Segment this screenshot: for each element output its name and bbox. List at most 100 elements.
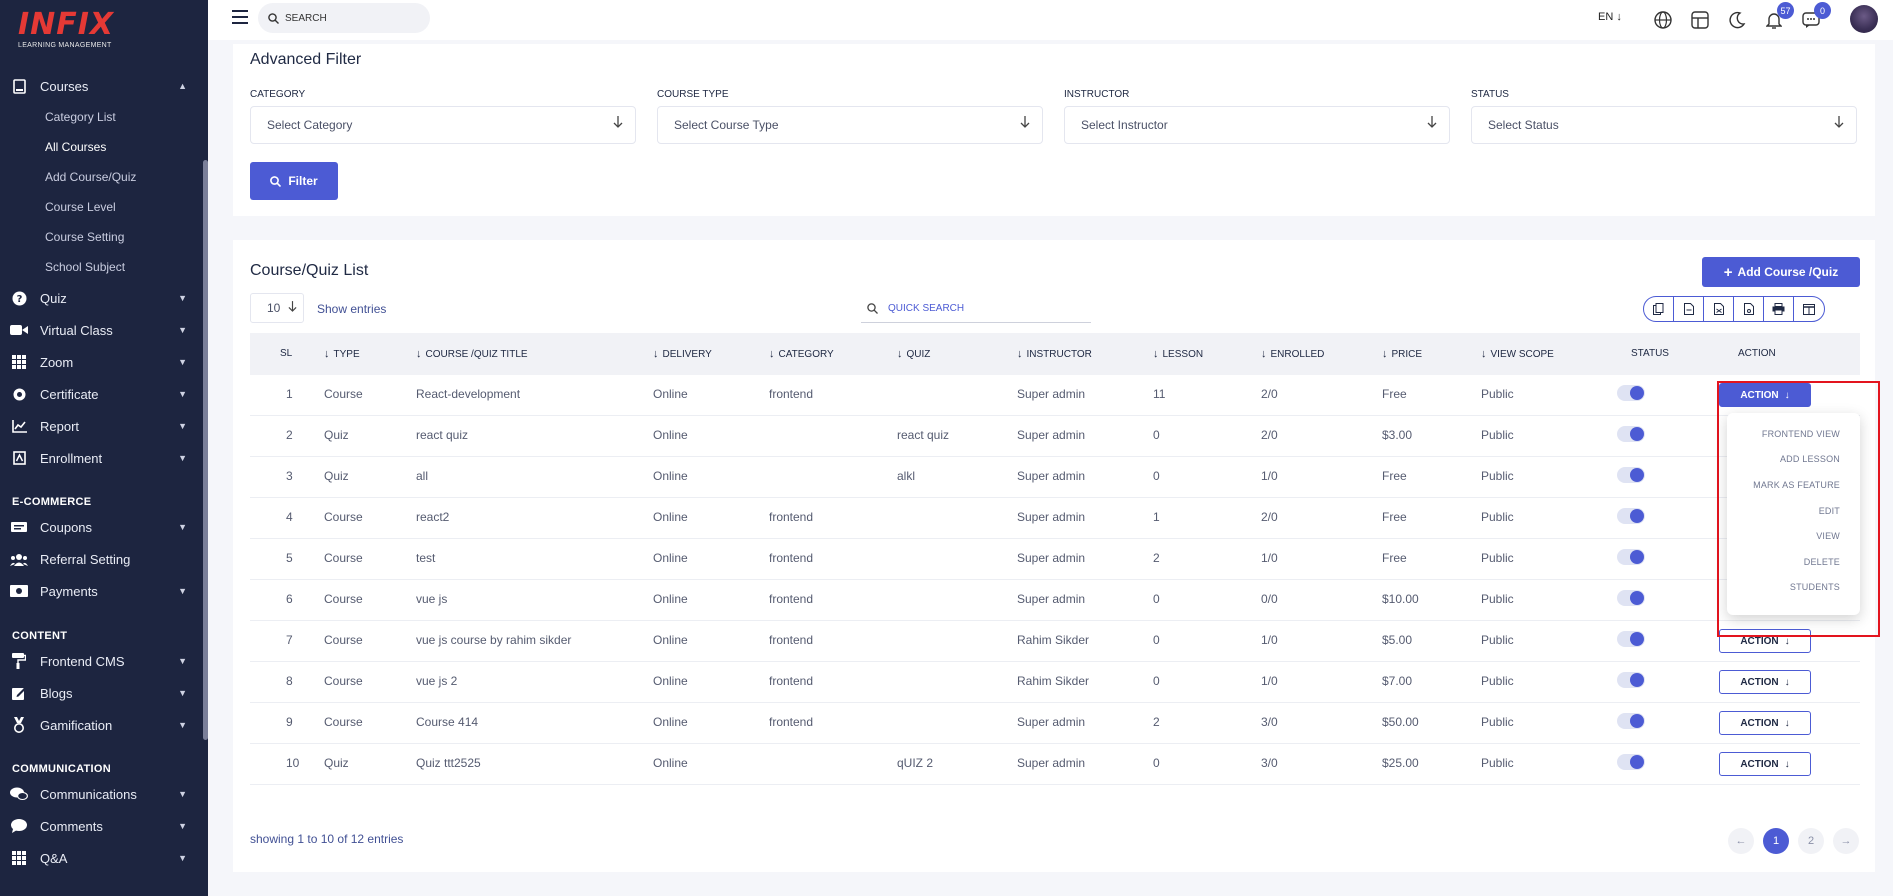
sidebar-sub-course-setting[interactable]: Course Setting	[45, 230, 124, 244]
search-icon	[268, 12, 279, 24]
filter-button[interactable]: Filter	[250, 162, 338, 200]
cell-title[interactable]: Course 414	[416, 715, 478, 729]
cell-title[interactable]: all	[416, 469, 428, 483]
sidebar-item-frontend-cms[interactable]: Frontend CMS ▼	[10, 649, 195, 673]
status-toggle[interactable]	[1617, 631, 1645, 647]
global-search[interactable]	[258, 3, 430, 33]
col-category[interactable]: ↓ CATEGORY	[769, 348, 834, 360]
status-select[interactable]: Select Status	[1471, 106, 1857, 144]
cell-title[interactable]: test	[416, 551, 435, 565]
sidebar-item-gamification[interactable]: Gamification ▼	[10, 713, 195, 737]
sidebar-item-qa[interactable]: Q&A ▼	[10, 846, 195, 870]
csv-file-icon[interactable]	[1674, 297, 1704, 321]
cell-title[interactable]: Quiz ttt2525	[416, 756, 481, 770]
status-toggle[interactable]	[1617, 467, 1645, 483]
sidebar-item-courses[interactable]: Courses ▲	[10, 74, 195, 98]
col-quiz[interactable]: ↓ QUIZ	[897, 348, 930, 360]
action-button[interactable]: ACTION ↓	[1719, 711, 1811, 735]
col-sl[interactable]: SL	[280, 348, 292, 359]
status-toggle[interactable]	[1617, 508, 1645, 524]
action-button[interactable]: ACTION ↓	[1719, 670, 1811, 694]
col-view-scope[interactable]: ↓ VIEW SCOPE	[1481, 348, 1554, 360]
menu-item-add-lesson[interactable]: ADD LESSON	[1780, 454, 1840, 464]
status-toggle[interactable]	[1617, 549, 1645, 565]
cell-instructor: Super admin	[1017, 756, 1086, 770]
col-lesson[interactable]: ↓ LESSON	[1153, 348, 1203, 360]
search-input[interactable]	[285, 12, 415, 24]
col-instructor[interactable]: ↓ INSTRUCTOR	[1017, 348, 1092, 360]
pdf-file-icon[interactable]	[1734, 297, 1764, 321]
bell-icon[interactable]: 57	[1763, 2, 1794, 31]
avatar[interactable]	[1850, 5, 1878, 33]
sidebar-sub-all-courses[interactable]: All Courses	[45, 140, 106, 154]
action-button[interactable]: ACTION ↓	[1719, 752, 1811, 776]
col-type[interactable]: ↓ TYPE	[324, 348, 360, 360]
col-price[interactable]: ↓ PRICE	[1382, 348, 1422, 360]
menu-item-frontend-view[interactable]: FRONTEND VIEW	[1762, 429, 1840, 439]
entries-select[interactable]: 10	[250, 293, 304, 323]
sidebar-item-report[interactable]: Report ▼	[10, 414, 195, 438]
cell-instructor: Super admin	[1017, 469, 1086, 483]
col-delivery[interactable]: ↓ DELIVERY	[653, 348, 712, 360]
cell-lesson: 2	[1153, 715, 1160, 729]
sidebar-item-quiz[interactable]: ? Quiz ▼	[10, 286, 195, 310]
status-toggle[interactable]	[1617, 590, 1645, 606]
message-icon[interactable]: 0	[1800, 2, 1831, 31]
course-type-select[interactable]: Select Course Type	[657, 106, 1043, 144]
quick-search[interactable]	[861, 295, 1091, 323]
sidebar-sub-course-level[interactable]: Course Level	[45, 200, 116, 214]
menu-item-delete[interactable]: DELETE	[1804, 557, 1840, 567]
col-enrolled[interactable]: ↓ ENROLLED	[1261, 348, 1324, 360]
language-selector[interactable]: EN ↓	[1598, 11, 1622, 23]
cell-title[interactable]: vue js	[416, 592, 447, 606]
moon-icon[interactable]	[1726, 9, 1748, 31]
sidebar-item-coupons[interactable]: Coupons ▼	[10, 515, 195, 539]
status-toggle[interactable]	[1617, 754, 1645, 770]
status-toggle[interactable]	[1617, 672, 1645, 688]
copy-icon[interactable]	[1644, 297, 1674, 321]
instructor-select[interactable]: Select Instructor	[1064, 106, 1450, 144]
sidebar-item-payments[interactable]: Payments ▼	[10, 579, 195, 603]
print-icon[interactable]	[1764, 297, 1794, 321]
globe-icon[interactable]	[1652, 9, 1674, 31]
menu-item-edit[interactable]: EDIT	[1819, 506, 1840, 516]
cell-title[interactable]: vue js 2	[416, 674, 457, 688]
sidebar-item-comments[interactable]: Comments ▼	[10, 814, 195, 838]
layout-icon[interactable]	[1689, 9, 1711, 31]
col-title[interactable]: ↓ COURSE /QUIZ TITLE	[416, 348, 528, 360]
cell-title[interactable]: React-development	[416, 387, 520, 401]
quick-search-input[interactable]	[888, 303, 1078, 314]
menu-item-students[interactable]: STUDENTS	[1790, 582, 1840, 592]
pagination-prev[interactable]: ←	[1728, 828, 1754, 854]
pagination-page-2[interactable]: 2	[1798, 828, 1824, 854]
pagination-next[interactable]: →	[1833, 828, 1859, 854]
sidebar-item-virtual-class[interactable]: Virtual Class ▼	[10, 318, 195, 342]
columns-icon[interactable]	[1794, 297, 1824, 321]
sidebar-item-blogs[interactable]: Blogs ▼	[10, 681, 195, 705]
cell-category: frontend	[769, 510, 814, 524]
sidebar-sub-add-course-quiz[interactable]: Add Course/Quiz	[45, 170, 136, 184]
status-toggle[interactable]	[1617, 713, 1645, 729]
menu-toggle-icon[interactable]	[232, 10, 248, 24]
category-select[interactable]: Select Category	[250, 106, 636, 144]
add-course-quiz-button[interactable]: + Add Course /Quiz	[1702, 257, 1860, 287]
menu-item-mark-as-feature[interactable]: MARK AS FEATURE	[1753, 480, 1840, 490]
sidebar-item-referral-setting[interactable]: Referral Setting	[10, 547, 195, 571]
sidebar-sub-category-list[interactable]: Category List	[45, 110, 116, 124]
pagination-page-1[interactable]: 1	[1763, 828, 1789, 854]
sidebar-item-communications[interactable]: Communications ▼	[10, 782, 195, 806]
menu-item-view[interactable]: VIEW	[1816, 531, 1840, 541]
excel-file-icon[interactable]	[1704, 297, 1734, 321]
sidebar-item-certificate[interactable]: Certificate ▼	[10, 382, 195, 406]
sidebar-sub-school-subject[interactable]: School Subject	[45, 260, 125, 274]
cell-title[interactable]: react2	[416, 510, 449, 524]
sidebar-item-enrollment[interactable]: Enrollment ▼	[10, 446, 195, 470]
sidebar-item-zoom[interactable]: Zoom ▼	[10, 350, 195, 374]
chevron-down-icon: ▼	[178, 357, 187, 367]
cell-title[interactable]: vue js course by rahim sikder	[416, 633, 571, 647]
status-toggle[interactable]	[1617, 426, 1645, 442]
cell-title[interactable]: react quiz	[416, 428, 468, 442]
sidebar-scrollbar[interactable]	[203, 160, 208, 740]
status-toggle[interactable]	[1617, 385, 1645, 401]
brand-logo[interactable]: INFIX LEARNING MANAGEMENT	[18, 10, 128, 54]
